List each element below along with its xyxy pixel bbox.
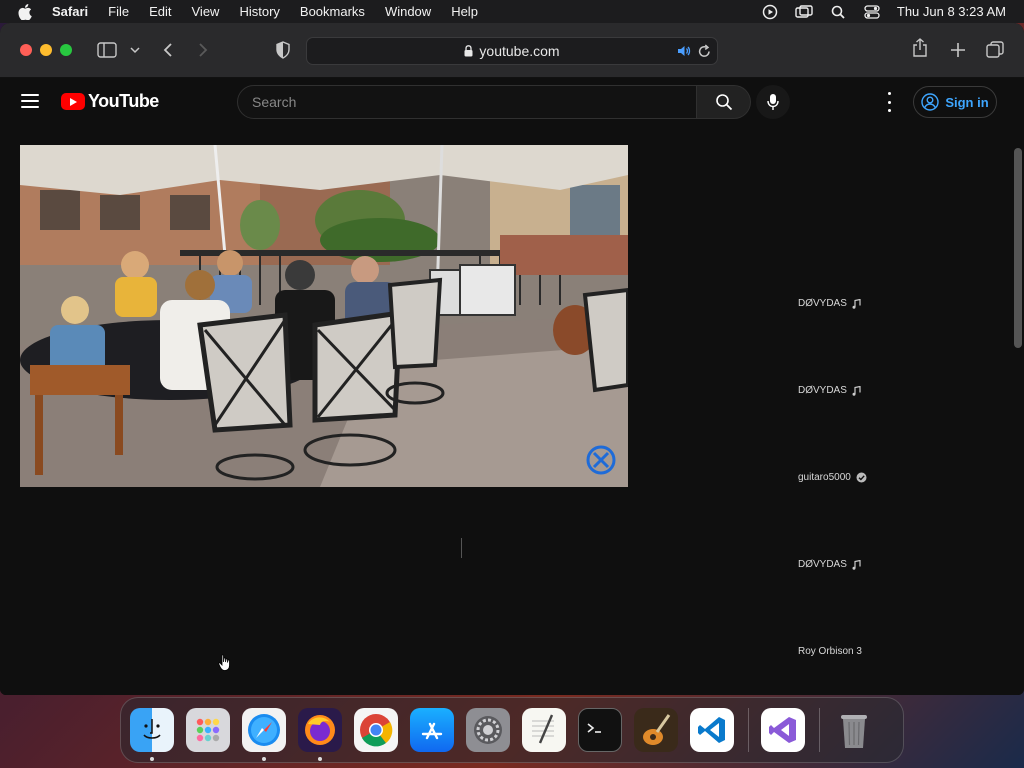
- video-player[interactable]: [20, 145, 628, 487]
- sidebar-toggle-icon[interactable]: [97, 42, 117, 58]
- search-bar: [237, 85, 751, 119]
- voice-search-button[interactable]: [756, 85, 790, 119]
- privacy-shield-icon[interactable]: [275, 41, 291, 59]
- dock-firefox-icon[interactable]: [298, 708, 342, 761]
- address-bar[interactable]: youtube.com: [306, 37, 718, 65]
- youtube-header: YouTube Sign in: [0, 78, 1024, 126]
- channel-name: Roy Orbison 3: [798, 646, 862, 657]
- menu-clock[interactable]: Thu Jun 8 3:23 AM: [897, 4, 1006, 19]
- address-url: youtube.com: [479, 43, 560, 59]
- share-icon[interactable]: [912, 38, 928, 58]
- menu-view[interactable]: View: [192, 4, 220, 19]
- more-options-icon[interactable]: [882, 92, 896, 112]
- dock-separator: [748, 708, 749, 752]
- search-input[interactable]: [237, 85, 697, 119]
- dock-launchpad-icon[interactable]: [186, 708, 230, 752]
- forward-button-icon[interactable]: [198, 42, 208, 58]
- window-controls: [20, 44, 72, 56]
- dock-finder-icon[interactable]: [130, 708, 174, 761]
- dock-garageband-icon[interactable]: [634, 708, 678, 752]
- recommended-channel[interactable]: guitaro5000: [798, 472, 867, 483]
- apple-menu-icon[interactable]: [18, 3, 36, 20]
- dock: [120, 697, 904, 763]
- menu-history[interactable]: History: [239, 4, 279, 19]
- channel-name: DØVYDAS: [798, 385, 847, 396]
- dock-app-store-icon[interactable]: [410, 708, 454, 752]
- spotlight-search-icon[interactable]: [829, 4, 847, 20]
- recommended-channel[interactable]: DØVYDAS: [798, 559, 861, 570]
- page-scrollbar[interactable]: [1014, 148, 1022, 348]
- new-tab-icon[interactable]: [950, 42, 966, 58]
- youtube-logo[interactable]: YouTube: [61, 91, 159, 112]
- music-note-icon: [852, 385, 861, 396]
- safari-window: youtube.com YouTube Search Sign in DØVYD…: [0, 23, 1024, 695]
- screen-mirroring-icon[interactable]: [795, 4, 813, 20]
- dock-system-settings-icon[interactable]: [466, 708, 510, 752]
- youtube-play-logo-icon: [61, 93, 85, 110]
- tab-audio-icon[interactable]: [677, 44, 691, 61]
- verified-check-icon: [856, 472, 867, 483]
- dock-visual-studio-icon[interactable]: [761, 708, 805, 752]
- dock-vscode-icon[interactable]: [690, 708, 734, 752]
- hand-pointer-icon: [218, 654, 230, 671]
- dock-textedit-icon[interactable]: [522, 708, 566, 752]
- channel-name: guitaro5000: [798, 472, 851, 483]
- search-button[interactable]: [697, 85, 751, 119]
- search-icon: [715, 94, 732, 111]
- now-playing-icon[interactable]: [761, 4, 779, 20]
- sign-in-button[interactable]: Sign in: [913, 86, 997, 118]
- youtube-logo-text: YouTube: [88, 91, 159, 111]
- text-cursor-mark: [461, 538, 462, 558]
- microphone-icon: [767, 94, 779, 110]
- recommended-channel[interactable]: DØVYDAS: [798, 298, 861, 309]
- channel-watermark-icon[interactable]: [584, 443, 618, 477]
- minimize-window-button[interactable]: [40, 44, 52, 56]
- lock-icon: [464, 45, 473, 57]
- menu-app-name[interactable]: Safari: [52, 4, 88, 19]
- close-window-button[interactable]: [20, 44, 32, 56]
- account-icon: [921, 93, 940, 111]
- recommended-channel[interactable]: Roy Orbison 3: [798, 646, 862, 657]
- channel-name: DØVYDAS: [798, 559, 847, 570]
- video-frame-image: [20, 145, 628, 487]
- menu-bookmarks[interactable]: Bookmarks: [300, 4, 365, 19]
- dock-trash-icon[interactable]: [832, 708, 876, 752]
- back-button-icon[interactable]: [163, 42, 173, 58]
- menu-help[interactable]: Help: [451, 4, 478, 19]
- zoom-window-button[interactable]: [60, 44, 72, 56]
- tab-group-chevron-icon[interactable]: [130, 46, 140, 54]
- menu-bar: Safari File Edit View History Bookmarks …: [0, 0, 1024, 23]
- menu-edit[interactable]: Edit: [149, 4, 171, 19]
- safari-toolbar: youtube.com: [0, 23, 1024, 78]
- control-center-icon[interactable]: [863, 4, 881, 20]
- reload-icon[interactable]: [698, 44, 711, 61]
- music-note-icon: [852, 559, 861, 570]
- menu-file[interactable]: File: [108, 4, 129, 19]
- music-note-icon: [852, 298, 861, 309]
- dock-terminal-icon[interactable]: [578, 708, 622, 752]
- dock-safari-icon[interactable]: [242, 708, 286, 761]
- recommended-channel[interactable]: DØVYDAS: [798, 385, 861, 396]
- dock-chrome-icon[interactable]: [354, 708, 398, 752]
- dock-separator: [819, 708, 820, 752]
- youtube-page: YouTube Sign in: [0, 78, 1024, 695]
- tab-overview-icon[interactable]: [986, 41, 1004, 59]
- channel-name: DØVYDAS: [798, 298, 847, 309]
- menu-window[interactable]: Window: [385, 4, 431, 19]
- hamburger-menu-icon[interactable]: [21, 94, 39, 108]
- sign-in-label: Sign in: [945, 94, 989, 110]
